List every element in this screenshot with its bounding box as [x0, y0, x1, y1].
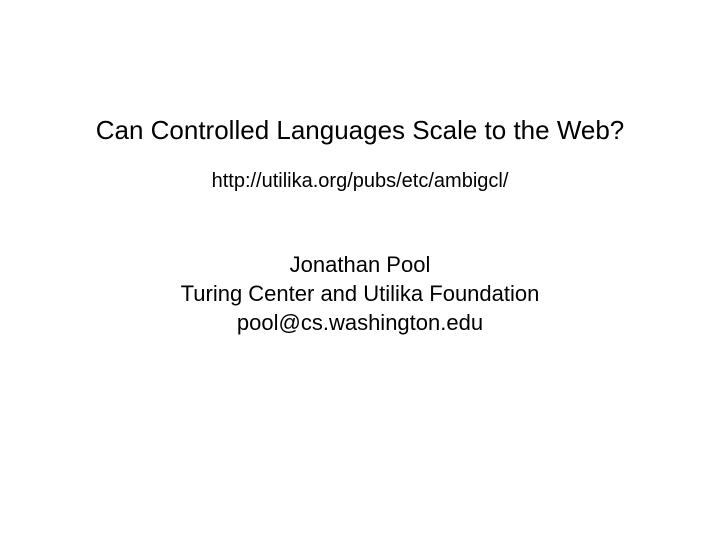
author-block: Jonathan Pool Turing Center and Utilika … [0, 250, 720, 337]
slide-title: Can Controlled Languages Scale to the We… [95, 115, 625, 145]
author-email: pool@cs.washington.edu [236, 310, 484, 335]
slide-url: http://utilika.org/pubs/etc/ambigcl/ [211, 170, 509, 192]
slide: Can Controlled Languages Scale to the We… [0, 0, 720, 540]
author-name: Jonathan Pool [289, 252, 431, 277]
author-affiliation: Turing Center and Utilika Foundation [180, 281, 540, 306]
